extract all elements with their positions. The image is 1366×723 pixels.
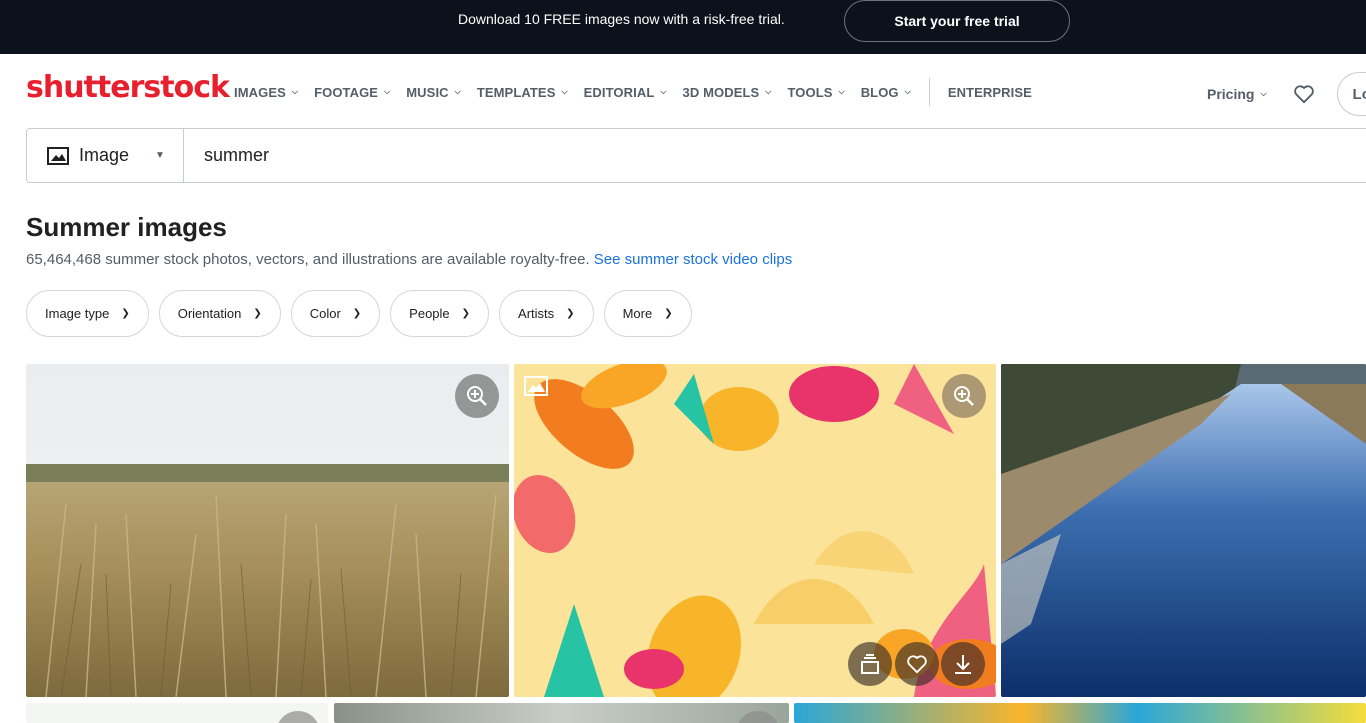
chevron-down-icon: ⌵ [904, 87, 911, 96]
river-landscape-photo[interactable] [1001, 364, 1366, 697]
search-type-label: Image [79, 145, 130, 165]
chevron-down-icon: ⌵ [384, 87, 391, 96]
colorful-pattern-image[interactable] [794, 703, 1366, 723]
nav-item-editorial[interactable]: EDITORIAL ⌵ [584, 85, 667, 100]
results-count-text: 65,464,468 summer stock photos, vectors,… [26, 251, 590, 268]
plant-photo[interactable] [26, 703, 328, 723]
chevron-down-icon: ❯ [352, 308, 362, 319]
zoom-icon[interactable] [276, 711, 320, 723]
river-landscape-image [1001, 364, 1366, 697]
filter-people[interactable]: People ❯ [390, 290, 490, 337]
zoom-icon[interactable] [942, 374, 986, 418]
results-subtitle: 65,464,468 summer stock photos, vectors,… [26, 251, 792, 268]
chevron-down-icon: ❯ [121, 308, 130, 319]
login-button[interactable]: Lo [1336, 72, 1366, 116]
chevron-down-icon: ⌵ [838, 87, 845, 96]
filter-more[interactable]: More ❯ [603, 290, 692, 337]
pricing-menu[interactable]: Pricing ⌵ [1207, 86, 1267, 102]
search-input[interactable] [184, 129, 1366, 182]
filter-color[interactable]: Color ❯ [290, 290, 381, 337]
image-type-icon [524, 376, 548, 401]
page-title: Summer images [26, 212, 227, 242]
nav-menu: IMAGES ⌵ FOOTAGE ⌵ MUSIC ⌵ TEMPLATES ⌵ EDITO… [234, 78, 1048, 106]
search-type-select[interactable]: Image ▼ [27, 129, 184, 182]
nav-item-3d-models[interactable]: 3D MODELS ⌵ [683, 85, 772, 100]
dropdown-arrow-icon: ▼ [155, 150, 165, 161]
nav-item-tools[interactable]: TOOLS ⌵ [787, 85, 844, 100]
filter-artists[interactable]: Artists ❯ [499, 290, 594, 337]
chevron-down-icon: ❯ [664, 308, 673, 319]
shutterstock-logo[interactable]: shutterstock [26, 70, 230, 105]
chevron-down-icon: ⌵ [561, 87, 568, 96]
chevron-down-icon: ❯ [461, 308, 471, 319]
main-nav: shutterstock IMAGES ⌵ FOOTAGE ⌵ MUSIC ⌵ TEM… [0, 54, 1366, 120]
chevron-down-icon: ⌵ [1260, 89, 1267, 98]
favorites-heart-icon[interactable] [1291, 81, 1317, 107]
chevron-down-icon: ❯ [566, 308, 575, 319]
zoom-icon[interactable] [455, 374, 499, 418]
wheat-field-image [26, 364, 509, 697]
zoom-icon[interactable] [736, 711, 780, 723]
nav-item-images[interactable]: IMAGES ⌵ [234, 85, 298, 100]
chevron-down-icon: ⌵ [291, 87, 299, 96]
start-trial-button[interactable]: Start your free trial [844, 0, 1070, 42]
collection-icon[interactable] [848, 642, 892, 686]
chevron-down-icon: ⌵ [454, 87, 461, 96]
nav-divider [928, 78, 930, 106]
promo-bar: Download 10 FREE images now with a risk-… [0, 0, 1366, 54]
download-icon[interactable] [941, 642, 985, 686]
filter-image-type[interactable]: Image type ❯ [26, 290, 149, 337]
nav-item-enterprise[interactable]: ENTERPRISE [948, 85, 1032, 100]
nav-item-templates[interactable]: TEMPLATES ⌵ [477, 85, 568, 100]
nav-item-footage[interactable]: FOOTAGE ⌵ [314, 85, 390, 100]
heart-icon[interactable] [895, 642, 939, 686]
promo-text: Download 10 FREE images now with a risk-… [458, 11, 785, 27]
video-clips-link[interactable]: See summer stock video clips [594, 251, 792, 268]
tropical-leaves-vector[interactable] [514, 364, 996, 697]
nav-item-blog[interactable]: BLOG ⌵ [861, 85, 911, 100]
image-icon [47, 146, 69, 165]
landscape-photo[interactable] [334, 703, 789, 723]
chevron-down-icon: ❯ [253, 308, 262, 319]
nav-item-music[interactable]: MUSIC ⌵ [406, 85, 461, 100]
chevron-down-icon: ⌵ [660, 87, 667, 96]
nav-right: Pricing⌵ Lo [1207, 72, 1366, 116]
search-bar: Image ▼ [26, 128, 1366, 183]
filter-orientation[interactable]: Orientation ❯ [158, 290, 281, 337]
wheat-field-photo[interactable] [26, 364, 509, 697]
chevron-down-icon: ⌵ [765, 87, 772, 96]
filter-bar: Image type ❯ Orientation ❯ Color ❯ People ❯ … [26, 290, 702, 337]
